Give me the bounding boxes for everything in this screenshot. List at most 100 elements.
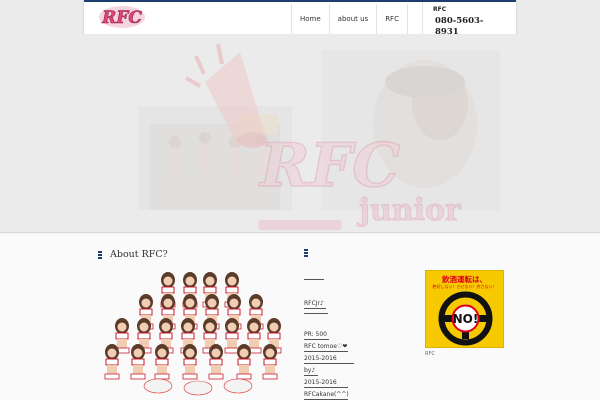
dancer-top [205,308,219,316]
dancer-top [131,358,145,366]
dancer-face [227,276,237,286]
link-label: RFC tomoe♡❤ [304,343,348,350]
dancer-face [265,348,275,358]
dancer-face [211,348,221,358]
link-label: RFCakane(^^) [304,391,349,398]
dancer-face [183,322,193,332]
dancer-top [227,308,241,316]
dancer-top [181,332,195,340]
dancer-face [157,348,167,358]
dancer-face [251,298,261,308]
dancer-top [183,286,197,294]
banner-caption: RFC [425,351,435,357]
no-drunk-driving-banner[interactable]: 飲酒運転は、 絶対しない！させない！許さない！ NO! [425,270,504,348]
content-area [0,236,600,400]
link-label: PR: 500 [304,331,333,338]
dancer-skirt [236,373,252,380]
site-header: RFC Home about us RFC RFC 080-5603-8931 [84,0,516,37]
dancer-face [139,322,149,332]
dancer-face [185,276,195,286]
dancer-body [249,339,259,349]
title-bullet-icon [98,250,102,259]
link-divider [304,312,328,314]
nav-label: about us [337,15,369,23]
dancer-top [139,308,153,316]
dancer-body [185,365,195,375]
dancer-top [105,358,119,366]
link-divider [304,278,324,280]
nav-item-rfc[interactable]: RFC [376,4,407,34]
link-label: by♪ [304,367,316,374]
main-nav: Home about us RFC [291,4,421,34]
dancer-face [161,322,171,332]
dancer-face [117,322,127,332]
link-item[interactable]: RFC tomoe♡❤ [304,343,348,352]
nav-label: Home [300,15,321,23]
link-item[interactable]: 2015-2016 [304,355,354,364]
nav-item-home[interactable]: Home [291,4,329,34]
dancer-face [163,276,173,286]
link-item[interactable]: RFCJr♪ [304,300,326,309]
dancer-face [205,322,215,332]
dancer-top [115,332,129,340]
link-item[interactable]: PR: 500 [304,331,329,340]
dancer-face [249,322,259,332]
dancer-face [239,348,249,358]
dancer-face [185,348,195,358]
link-label: 2015-2016 [304,379,349,386]
pom-pom [223,378,253,394]
link-item[interactable]: 2015-2016 [304,379,348,388]
dancer-face [107,348,117,358]
contact-block[interactable]: RFC 080-5603-8931 [422,2,514,37]
nav-item-about[interactable]: about us [328,4,377,34]
dancer-top [183,308,197,316]
dancer-top [225,286,239,294]
dancer-face [229,298,239,308]
dancer-skirt [208,373,224,380]
links-widget-title [304,249,316,257]
dancer-top [209,358,223,366]
site-logo[interactable]: RFC [98,5,146,29]
dancer-top [159,332,173,340]
hero-banner[interactable]: RFC junior [0,34,600,232]
dancer-skirt [130,373,146,380]
dancer-top [247,332,261,340]
about-widget-title: About RFC? [98,249,168,260]
dancer-top [267,332,281,340]
dancer-body [133,365,143,375]
dancer-body [227,339,237,349]
contact-label: RFC [433,6,447,13]
dancer-top [161,286,175,294]
dancer-top [137,332,151,340]
dancer-face [133,348,143,358]
link-label: 2015-2016 [304,355,349,362]
dancer-body [239,365,249,375]
dancer-top [203,332,217,340]
dancer-face [141,298,151,308]
dancer-skirt [224,347,240,354]
dancer-skirt [262,373,278,380]
link-item[interactable]: by♪ [304,367,318,376]
link-item[interactable]: RFCakane(^^) [304,391,349,400]
dancer-top [183,358,197,366]
banner-no-text: NO! [453,312,479,326]
dancer-face [185,298,195,308]
dancer-body [265,365,275,375]
hero-artwork: RFC junior [0,34,600,232]
dancer-body [157,365,167,375]
group-photo[interactable] [98,266,293,400]
dancer-top [161,308,175,316]
nav-item-blank[interactable] [406,4,421,34]
dancer-face [163,298,173,308]
dancer-top [203,286,217,294]
dancer-top [155,358,169,366]
title-bullet-icon [304,249,308,257]
dancer-face [269,322,279,332]
dancer-body [211,365,221,375]
banner-subtext: 絶対しない！させない！許さない！ [432,284,497,289]
dancer-body [107,365,117,375]
dancer-top [237,358,251,366]
dancer-face [207,298,217,308]
steering-wheel-icon: NO! [438,291,493,346]
dancer-skirt [104,373,120,380]
